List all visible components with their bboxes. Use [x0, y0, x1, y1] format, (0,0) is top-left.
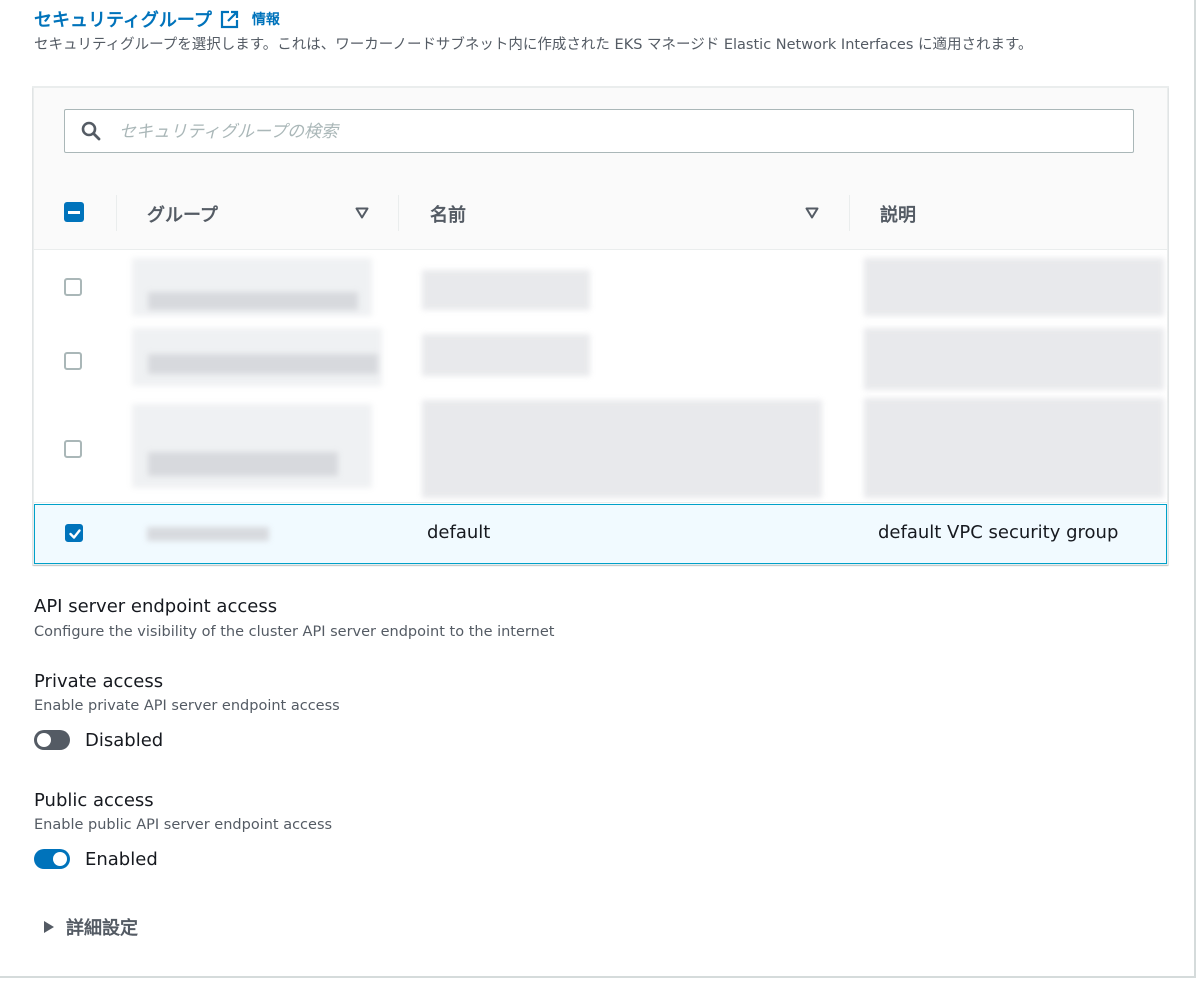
endpoint-access-description: Configure the visibility of the cluster … [34, 624, 555, 640]
sort-icon[interactable] [355, 207, 369, 219]
redacted-description [864, 258, 1164, 316]
toggle-knob [53, 852, 67, 866]
column-divider [398, 195, 399, 231]
table-row[interactable] [34, 250, 1167, 325]
advanced-settings-expander[interactable]: 詳細設定 [44, 914, 138, 940]
security-group-title-link[interactable]: セキュリティグループ [34, 6, 212, 32]
redacted-group-id [148, 354, 378, 374]
redacted-name [422, 334, 590, 376]
column-divider [116, 195, 117, 231]
security-group-heading: セキュリティグループ 情報 [34, 6, 280, 32]
select-all-checkbox[interactable] [64, 202, 84, 222]
column-header-description[interactable]: 説明 [880, 201, 916, 227]
advanced-settings-label: 詳細設定 [66, 918, 138, 939]
row-checkbox[interactable] [64, 352, 82, 370]
search-input[interactable] [117, 114, 1121, 150]
redacted-group-id [148, 292, 358, 310]
table-row[interactable] [34, 324, 1167, 399]
public-access-toggle[interactable] [34, 849, 70, 869]
row-description: default VPC security group [878, 522, 1119, 543]
endpoint-access-title: API server endpoint access [34, 596, 278, 617]
sort-icon[interactable] [805, 207, 819, 219]
redacted-group-id [148, 452, 338, 476]
private-access-toggle[interactable] [34, 730, 70, 750]
security-group-description: セキュリティグループを選択します。これは、ワーカーノードサブネット内に作成された… [34, 37, 1033, 53]
toggle-knob [37, 733, 51, 747]
column-header-name[interactable]: 名前 [430, 201, 466, 227]
redacted-group-id [147, 527, 269, 541]
redacted-description [864, 328, 1164, 390]
redacted-name [422, 270, 590, 310]
row-checkbox[interactable] [64, 440, 82, 458]
table-toolbar [34, 88, 1167, 178]
private-access-description: Enable private API server endpoint acces… [34, 698, 340, 714]
external-link-icon[interactable] [220, 9, 240, 29]
search-box[interactable] [64, 109, 1134, 153]
public-access-title: Public access [34, 790, 154, 811]
redacted-name [422, 400, 822, 498]
table-row[interactable] [34, 398, 1167, 503]
public-access-state: Enabled [85, 849, 158, 870]
column-divider [849, 195, 850, 231]
column-header-group[interactable]: グループ [147, 201, 218, 227]
row-name: default [427, 522, 491, 543]
security-group-table: グループ 名前 説明 [33, 87, 1168, 565]
row-checkbox-checked[interactable] [65, 524, 83, 542]
table-row-selected[interactable]: default default VPC security group [34, 504, 1167, 564]
table-header: グループ 名前 説明 [34, 177, 1167, 250]
redacted-description [864, 398, 1164, 498]
checkmark-icon [69, 529, 81, 539]
info-link[interactable]: 情報 [252, 9, 280, 29]
search-icon [81, 121, 101, 141]
caret-right-icon [44, 921, 54, 933]
private-access-state: Disabled [85, 730, 164, 751]
row-checkbox[interactable] [64, 278, 82, 296]
public-access-description: Enable public API server endpoint access [34, 817, 333, 833]
private-access-title: Private access [34, 671, 164, 692]
